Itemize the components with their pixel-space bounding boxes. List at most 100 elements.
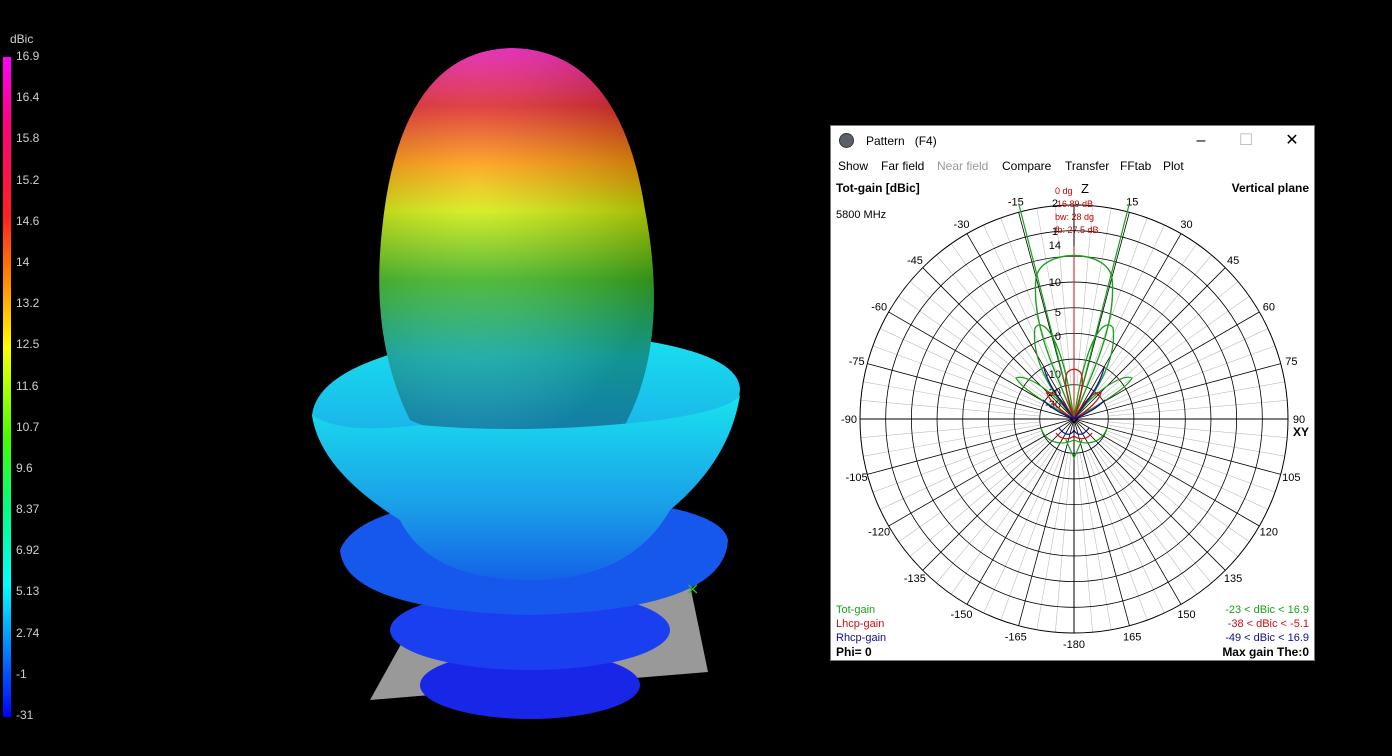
angle-label: 135 [1224, 573, 1242, 585]
3d-pattern-view[interactable]: × [300, 40, 780, 740]
scale-tick: -31 [16, 708, 34, 722]
grid-spoke [1095, 254, 1212, 393]
scale-tick: 15.8 [16, 131, 40, 146]
menu-far-field[interactable]: Far field [881, 159, 924, 173]
menu-compare[interactable]: Compare [1002, 159, 1051, 173]
scale-tick: -1 [16, 666, 27, 681]
radial-label: 5 [1055, 307, 1061, 319]
plot-quantity-label: Tot-gain [dBic] [836, 181, 920, 195]
angle-label: -135 [904, 573, 926, 585]
menu-fftab[interactable]: FFtab [1120, 159, 1151, 173]
maximize-button[interactable]: ☐ [1234, 131, 1258, 151]
main-lobe-shade [379, 48, 654, 435]
grid-spoke [936, 254, 1053, 393]
legend-lhcp-range: -38 < dBic < -5.1 [1227, 618, 1309, 630]
legend-rhcp-gain: Rhcp-gain [836, 632, 887, 644]
axis-marker: × [686, 579, 699, 598]
title-bar[interactable]: Pattern (F4) – ☐ ✕ [831, 126, 1314, 156]
app-icon [839, 133, 854, 148]
scale-tick: 13.2 [16, 296, 40, 311]
angle-label: -165 [1005, 631, 1027, 643]
scale-tick: 16.9 [16, 49, 40, 63]
polar-plot: 153045607590105120135150165-180-165-150-… [841, 197, 1305, 651]
scale-tick: 6.92 [16, 543, 40, 558]
color-scale: dBic 16.9 16.4 15.8 15.2 14.6 14 13.2 12.5 11.6 1… [0, 0, 80, 756]
angle-label: -90 [841, 414, 857, 426]
menu-near-field: Near field [937, 159, 989, 173]
menu-bar: Show Far field Near field Compare Transf… [831, 156, 1314, 178]
angle-label: 45 [1227, 255, 1239, 267]
z-axis-label: Z [1081, 181, 1089, 196]
angle-label: -15 [1008, 197, 1024, 209]
scale-tick: 10.7 [16, 419, 40, 434]
grid-spoke [872, 430, 1042, 493]
xy-axis-label: XY [1293, 425, 1310, 439]
scale-tick: 12.5 [16, 337, 40, 352]
grid-spoke [867, 418, 1075, 475]
scale-bar [3, 57, 11, 717]
angle-label: -60 [871, 302, 887, 314]
scale-tick: 5.13 [16, 584, 40, 599]
grid-spoke [1095, 445, 1212, 584]
scale-tick: 11.6 [16, 378, 39, 393]
legend-rhcp-range: -49 < dBic < 16.9 [1225, 632, 1309, 644]
info-bw: bw: 28 dg [1055, 212, 1095, 222]
angle-label: 60 [1263, 302, 1275, 314]
scale-tick: 8.37 [16, 502, 40, 517]
phi-label: Phi= 0 [836, 645, 872, 659]
window-title: Pattern (F4) [866, 134, 937, 148]
scale-tick: 14.6 [16, 213, 40, 228]
grid-spoke [1000, 451, 1063, 621]
frequency-label: 5800 MHz [836, 209, 887, 221]
angle-label: 150 [1177, 609, 1195, 621]
angle-label: -180 [1063, 639, 1085, 651]
grid-spoke [1106, 430, 1276, 493]
angle-label: -150 [950, 609, 972, 621]
angle-label: 30 [1180, 219, 1192, 231]
radial-label: 10 [1049, 277, 1061, 289]
grid-spoke [1018, 418, 1075, 626]
max-gain-label: Max gain The:0 [1222, 645, 1309, 659]
grid-spoke [1106, 345, 1276, 408]
angle-label: 105 [1282, 472, 1300, 484]
angle-label: -45 [907, 255, 923, 267]
angle-label: -105 [846, 472, 868, 484]
legend-tot-range: -23 < dBic < 16.9 [1225, 604, 1309, 616]
grid-spoke [1085, 451, 1148, 621]
close-button[interactable]: ✕ [1280, 131, 1304, 151]
radial-label: 0 [1055, 331, 1061, 343]
scale-tick: 14 [16, 254, 30, 269]
info-gain: 16.89 dB [1057, 199, 1094, 209]
grid-spoke [909, 281, 1048, 398]
pattern-window[interactable]: Pattern (F4) – ☐ ✕ Show Far field Near f… [830, 125, 1315, 661]
grid-spoke [1073, 418, 1281, 475]
scale-tick: 16.4 [16, 90, 40, 105]
grid-spoke [909, 440, 1048, 557]
angle-label: -120 [868, 527, 890, 539]
scale-tick: 2.74 [16, 625, 40, 640]
info-angle: 0 dg [1055, 186, 1073, 196]
grid-spoke [1085, 217, 1148, 387]
grid-spoke [872, 345, 1042, 408]
scale-unit: dBic [10, 32, 34, 46]
radial-label: 14 [1049, 240, 1061, 252]
minimize-button[interactable]: – [1189, 131, 1213, 151]
info-fb: fb: 27.5 dB [1055, 225, 1099, 235]
menu-show[interactable]: Show [838, 159, 868, 173]
legend-tot-gain: Tot-gain [836, 604, 876, 616]
grid-spoke [1100, 281, 1239, 398]
plane-label: Vertical plane [1231, 181, 1309, 195]
legend-lhcp-gain: Lhcp-gain [836, 618, 885, 630]
angle-label: -30 [954, 219, 970, 231]
grid-spoke [1100, 440, 1239, 557]
grid-spoke [936, 445, 1053, 584]
menu-plot[interactable]: Plot [1163, 159, 1184, 173]
polar-plot-area[interactable]: 15 30 45 60 75 90 105 120 135 150 165 -180 -165 -150-… [831, 178, 1314, 660]
scale-tick: 9.6 [16, 460, 33, 475]
angle-label: 165 [1123, 631, 1141, 643]
menu-transfer[interactable]: Transfer [1065, 159, 1109, 173]
angle-label: -75 [849, 356, 865, 368]
angle-label: 120 [1260, 527, 1278, 539]
grid-spoke [1073, 418, 1130, 626]
scale-tick: 15.2 [16, 172, 40, 187]
